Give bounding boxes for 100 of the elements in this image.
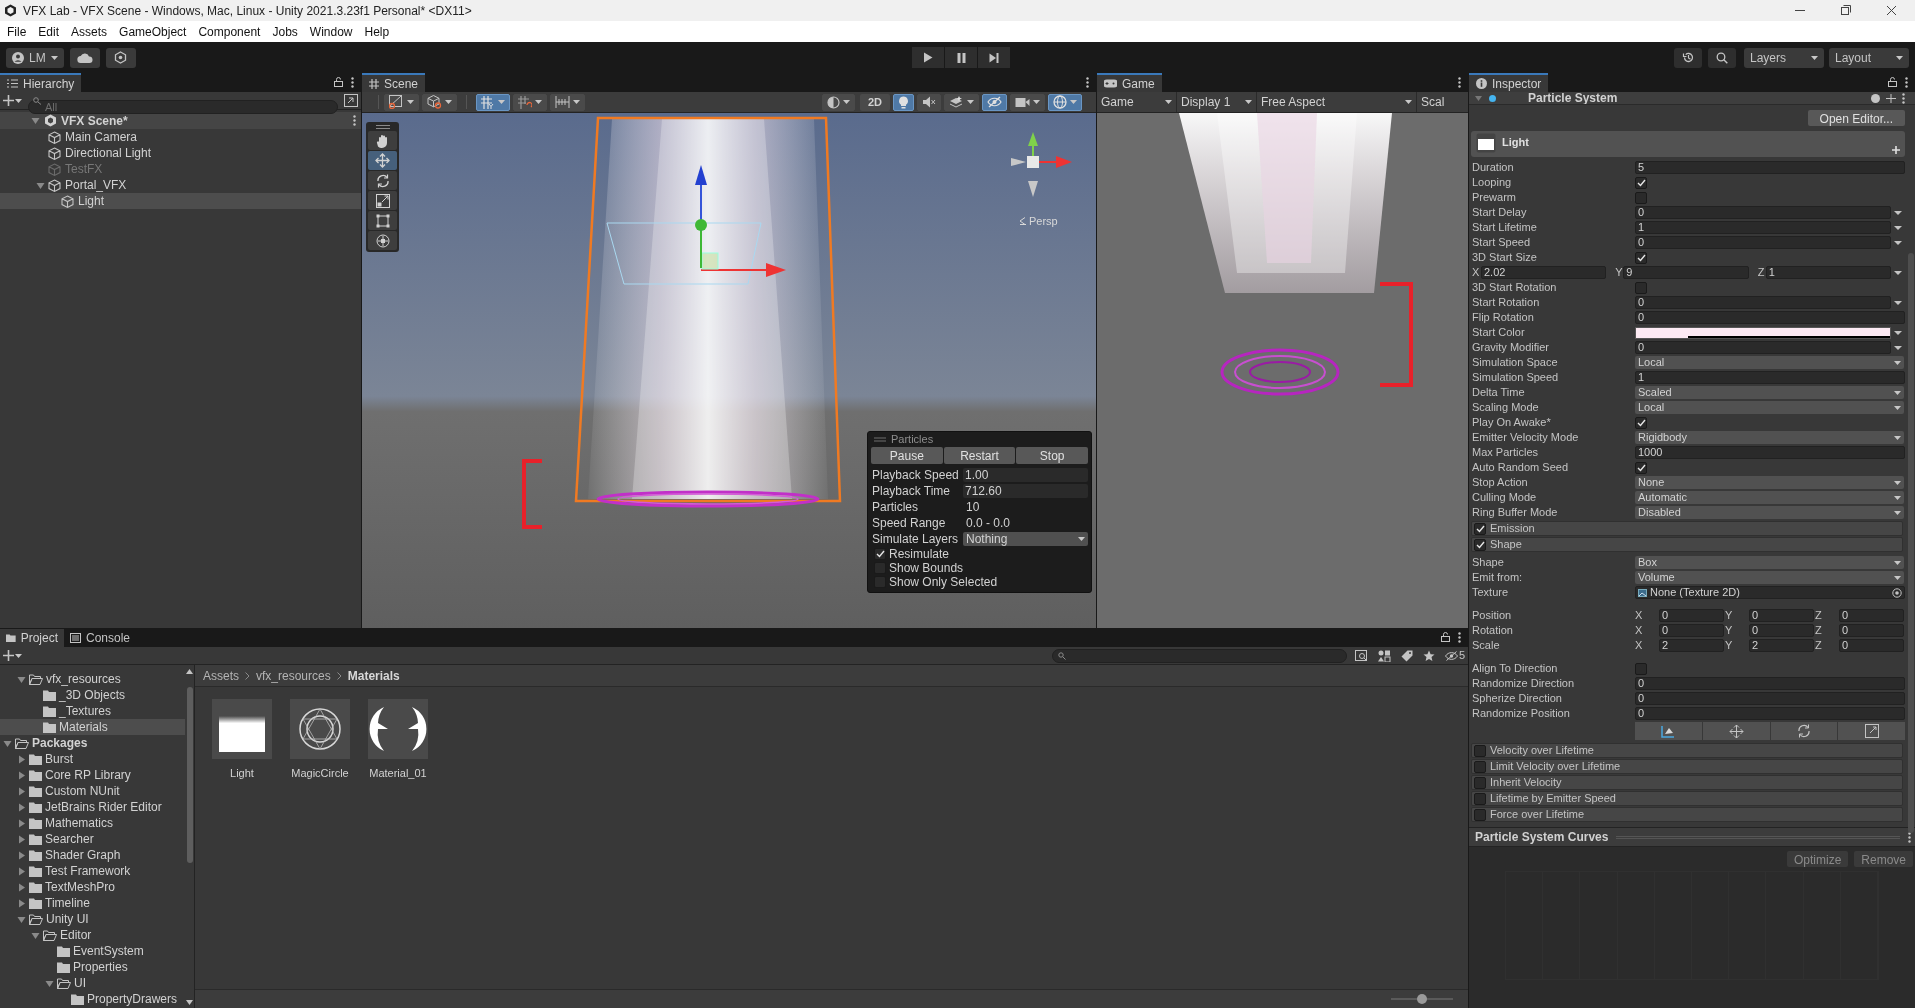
folder-item[interactable]: Materials [0, 719, 185, 735]
input-field[interactable]: 0 [1659, 609, 1724, 622]
search-field[interactable]: All [28, 99, 338, 114]
more-options-icon[interactable] [353, 115, 356, 126]
lock-icon[interactable] [1888, 77, 1897, 87]
input-field[interactable]: 0 [1635, 341, 1891, 354]
expanded-arrow-icon[interactable] [36, 180, 45, 190]
more-options-icon[interactable] [1086, 77, 1089, 88]
camera-dropdown[interactable] [1010, 93, 1045, 111]
search-field[interactable] [1052, 648, 1347, 663]
add-button[interactable] [3, 650, 22, 661]
collapsed-arrow-icon[interactable] [17, 802, 26, 812]
snap-dropdown[interactable] [513, 93, 547, 111]
material-thumbnail[interactable] [368, 699, 428, 759]
folder-item[interactable]: Searcher [0, 831, 185, 847]
folder-item[interactable]: Shader Graph [0, 847, 185, 863]
checkbox[interactable] [1474, 744, 1486, 757]
shape-tool-button[interactable] [1838, 722, 1905, 740]
folder-item[interactable]: EventSystem [0, 943, 185, 959]
folder-item[interactable]: Test Framework [0, 863, 185, 879]
2d-toggle[interactable]: 2D [859, 93, 890, 111]
module-header[interactable]: Velocity over Lifetime [1471, 743, 1903, 758]
pause-button[interactable] [945, 47, 977, 68]
folder-item[interactable]: _Textures [0, 703, 185, 719]
hierarchy-item[interactable]: Directional Light [0, 145, 361, 161]
property-dropdown[interactable]: Box [1635, 556, 1904, 569]
lock-icon[interactable] [334, 77, 343, 87]
module-header[interactable]: Emission [1471, 521, 1903, 536]
menu-item[interactable]: Component [192, 22, 267, 41]
breadcrumb-link[interactable]: Materials [347, 666, 400, 685]
audio-toggle[interactable] [917, 93, 941, 111]
input-field[interactable]: 0 [1635, 707, 1905, 720]
more-options-icon[interactable] [1458, 77, 1461, 88]
hidden-packages-toggle[interactable]: 5 [1444, 647, 1465, 664]
play-button[interactable] [912, 47, 944, 68]
more-options-icon[interactable] [1905, 77, 1908, 88]
property-dropdown[interactable]: Scaled [1635, 386, 1904, 399]
checkbox[interactable] [1635, 461, 1647, 474]
panel-tab[interactable]: Game [1097, 73, 1162, 92]
shape-tool-button[interactable] [1702, 722, 1770, 740]
more-options-icon[interactable] [351, 77, 354, 88]
search-in-scene-icon[interactable] [1354, 649, 1368, 662]
property-dropdown[interactable]: Local [1635, 356, 1904, 369]
move-tool[interactable] [368, 151, 397, 170]
module-header[interactable]: Lifetime by Emitter Speed [1471, 791, 1903, 806]
menu-item[interactable]: Assets [65, 22, 114, 41]
hierarchy-item[interactable]: Main Camera [0, 129, 361, 145]
draw-mode-dropdown[interactable] [384, 93, 419, 111]
more-options-icon[interactable] [1458, 632, 1461, 643]
shape-tool-button[interactable] [1770, 722, 1838, 740]
input-field[interactable]: 1 [1765, 266, 1891, 279]
open-editor-button[interactable]: Open Editor... [1807, 110, 1905, 126]
scrollbar-thumb[interactable] [186, 687, 193, 863]
input-field[interactable]: 0 [1635, 311, 1905, 324]
input-field[interactable]: 0 [1839, 624, 1904, 637]
checkbox[interactable] [1635, 251, 1647, 264]
shapes-icon[interactable] [1377, 649, 1391, 662]
folder-item[interactable]: Custom NUnit [0, 783, 185, 799]
layers-dropdown[interactable]: Nothing [963, 532, 1088, 546]
expanded-arrow-icon[interactable] [31, 930, 40, 940]
folder-item[interactable]: Editor [0, 927, 185, 943]
checkbox[interactable] [1635, 176, 1647, 189]
folder-item[interactable]: Properties [0, 959, 185, 975]
folder-item[interactable]: JetBrains Rider Editor [0, 799, 185, 815]
checkbox[interactable] [1474, 792, 1486, 805]
checkbox[interactable] [1474, 776, 1486, 789]
scene-header-row[interactable]: VFX Scene* [0, 112, 361, 129]
panel-tab[interactable]: Inspector [1469, 73, 1549, 92]
material-thumbnail[interactable] [212, 699, 272, 759]
asset-label[interactable]: MagicCircle [291, 765, 349, 782]
module-header[interactable]: Limit Velocity over Lifetime [1471, 759, 1903, 774]
increment-snap-dropdown[interactable] [550, 93, 585, 111]
object-field[interactable]: None (Texture 2D) [1635, 586, 1905, 599]
checkbox[interactable] [1635, 281, 1647, 294]
history-button[interactable] [1674, 47, 1702, 68]
tag-icon[interactable] [1400, 649, 1413, 662]
lock-icon[interactable] [1441, 632, 1450, 642]
checkbox[interactable] [1635, 191, 1647, 204]
checkbox[interactable] [874, 548, 886, 560]
input-field[interactable]: 0 [1635, 692, 1905, 705]
collapsed-arrow-icon[interactable] [17, 754, 26, 764]
input-field[interactable]: 1000 [1635, 446, 1905, 459]
playback-button[interactable]: Pause [871, 447, 943, 464]
input-field[interactable]: 0 [1839, 639, 1904, 652]
breadcrumb-link[interactable]: vfx_resources [256, 666, 331, 685]
collapsed-arrow-icon[interactable] [17, 786, 26, 796]
help-icon[interactable] [1871, 93, 1880, 103]
menu-item[interactable]: Edit [32, 22, 66, 41]
property-dropdown[interactable]: None [1635, 476, 1904, 489]
scroll-down-icon[interactable] [186, 1000, 193, 1005]
input-field[interactable]: 712.60 [963, 484, 1088, 498]
panel-tab[interactable]: Console [64, 629, 137, 647]
more-options-icon[interactable] [1908, 831, 1911, 843]
expanded-arrow-icon[interactable] [17, 674, 26, 684]
rect-tool[interactable] [368, 211, 397, 230]
folder-item[interactable]: _3D Objects [0, 687, 185, 703]
menu-item[interactable]: Jobs [266, 22, 304, 41]
menu-item[interactable]: GameObject [113, 22, 193, 41]
account-dropdown[interactable]: LM [6, 47, 64, 68]
panel-tab[interactable]: Scene [362, 73, 426, 92]
